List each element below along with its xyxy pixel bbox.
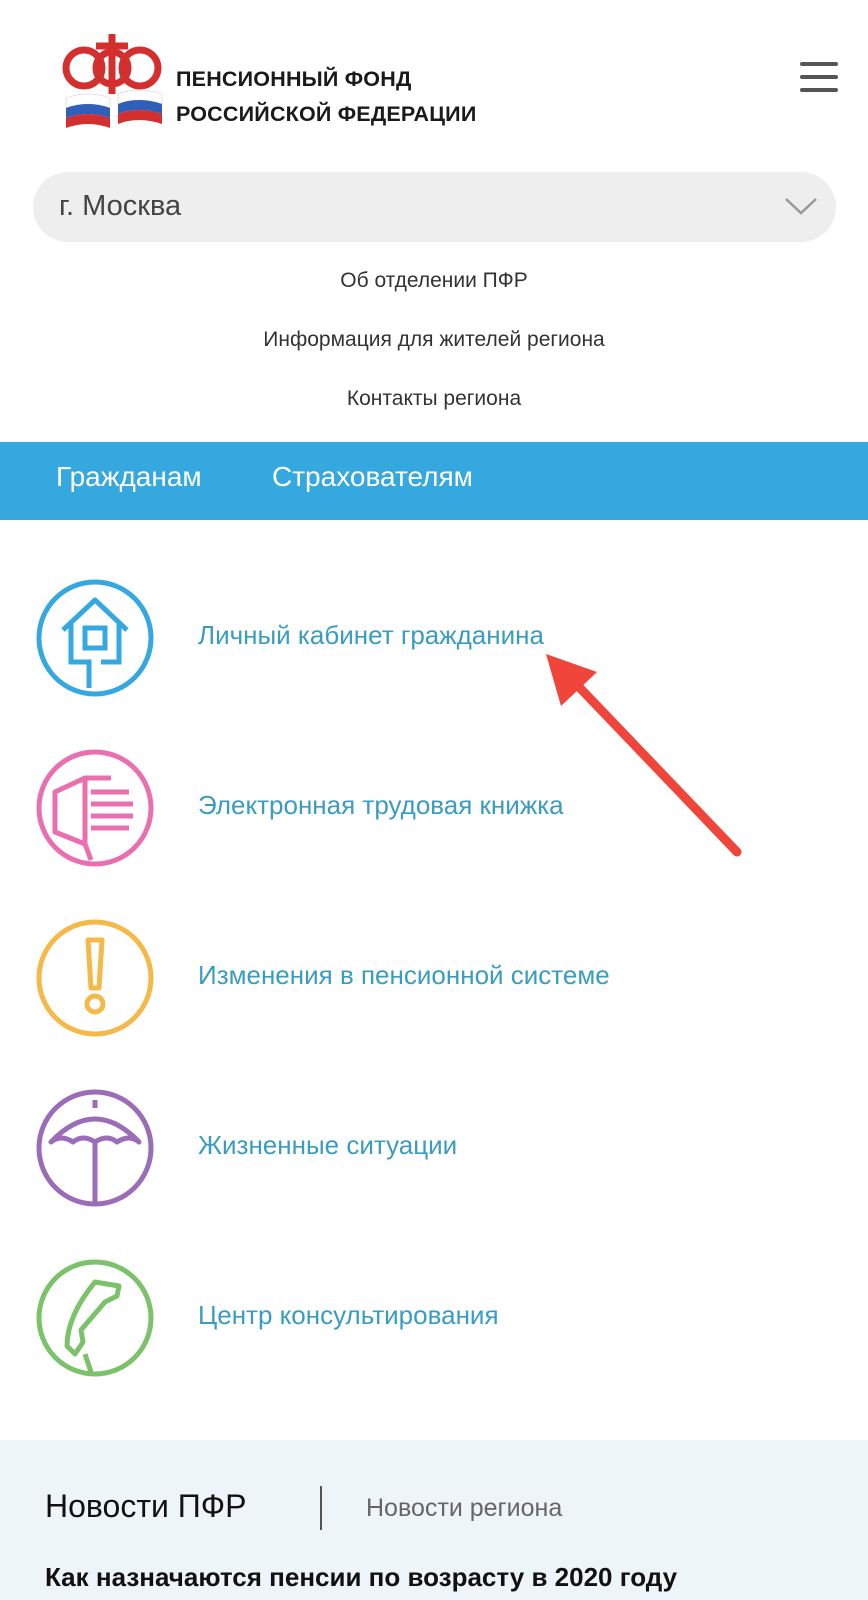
phone-icon [36, 1259, 154, 1377]
audience-navbar: Гражданам Страхователям [0, 442, 868, 520]
house-icon [36, 579, 154, 697]
logo-line-1: ПЕНСИОННЫЙ ФОНД [176, 67, 412, 91]
service-work-book[interactable]: Электронная трудовая книжка [33, 746, 833, 870]
tab-divider [320, 1486, 322, 1530]
tab-insurers[interactable]: Страхователям [272, 461, 473, 493]
region-links: Об отделении ПФР Информация для жителей … [0, 262, 868, 439]
logo-line-2: РОССИЙСКОЙ ФЕДЕРАЦИИ [176, 102, 477, 126]
logo-text: ПЕНСИОННЫЙ ФОНД РОССИЙСКОЙ ФЕДЕРАЦИИ [176, 62, 476, 132]
tab-region-news[interactable]: Новости региона [366, 1494, 562, 1523]
tab-citizens[interactable]: Гражданам [56, 461, 202, 493]
service-personal-account[interactable]: Личный кабинет гражданина [33, 576, 833, 700]
hamburger-menu-icon[interactable] [800, 62, 838, 94]
service-label: Личный кабинет гражданина [198, 620, 544, 650]
tab-pfr-news[interactable]: Новости ПФР [45, 1488, 246, 1525]
region-select[interactable]: г. Москва [33, 172, 836, 242]
link-about-branch[interactable]: Об отделении ПФР [0, 262, 868, 321]
service-label: Центр консультирования [198, 1300, 499, 1330]
chevron-down-icon [785, 198, 817, 215]
service-label: Электронная трудовая книжка [198, 790, 564, 820]
news-headline[interactable]: Как назначаются пенсии по возрасту в 202… [45, 1562, 677, 1593]
exclamation-icon [36, 919, 154, 1037]
link-residents-info[interactable]: Информация для жителей региона [0, 321, 868, 380]
service-consulting-center[interactable]: Центр консультирования [33, 1256, 833, 1380]
page-header: ПЕНСИОННЫЙ ФОНД РОССИЙСКОЙ ФЕДЕРАЦИИ [0, 0, 868, 160]
news-section: Новости ПФР Новости региона Как назначаю… [0, 1440, 868, 1600]
service-label: Жизненные ситуации [198, 1130, 458, 1160]
service-life-situations[interactable]: Жизненные ситуации [33, 1086, 833, 1210]
umbrella-icon [36, 1089, 154, 1207]
pfr-logo[interactable] [58, 28, 166, 138]
region-selected-value: г. Москва [59, 190, 182, 222]
service-pension-changes[interactable]: Изменения в пенсионной системе [33, 916, 833, 1040]
link-region-contacts[interactable]: Контакты региона [0, 380, 868, 439]
book-icon [36, 749, 154, 867]
service-label: Изменения в пенсионной системе [198, 960, 610, 990]
